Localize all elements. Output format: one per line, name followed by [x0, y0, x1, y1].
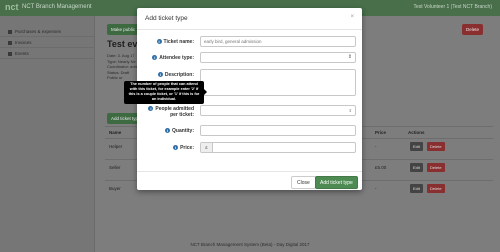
people-admitted-label: i People admitted per ticket:: [148, 106, 194, 118]
page-footer: NCT Branch Management System (Beta) - Da…: [190, 242, 310, 247]
description-textarea[interactable]: [200, 69, 356, 96]
close-button[interactable]: Close: [291, 176, 316, 189]
brand-title[interactable]: NCT Branch Management: [22, 4, 92, 10]
sidebar-item-events[interactable]: Events: [0, 48, 94, 59]
delete-button[interactable]: Delete: [427, 142, 445, 151]
attendee-type-label: i Attendee type:: [152, 55, 194, 61]
ticket-name-input[interactable]: [200, 36, 356, 47]
event-meta: Date: 3. Aug 17 Type: Nearly Ne Coordina…: [107, 53, 138, 80]
info-icon[interactable]: i: [173, 145, 179, 150]
close-icon[interactable]: ×: [350, 14, 354, 20]
price-input[interactable]: £: [200, 142, 356, 153]
ticket-name-label: i Ticket name:: [156, 39, 194, 45]
make-public-button[interactable]: Make public: [107, 24, 140, 35]
info-icon[interactable]: i: [152, 55, 158, 60]
modal-title: Add ticket type: [145, 15, 188, 22]
select-arrows-icon: ⇕: [347, 54, 352, 60]
invoice-icon: [8, 41, 12, 45]
quantity-input[interactable]: [200, 125, 356, 136]
people-admitted-tooltip: The number of people that can attend wit…: [124, 81, 204, 104]
currency-addon: £: [201, 143, 213, 152]
calendar-icon: [8, 52, 12, 56]
info-icon[interactable]: i: [165, 128, 171, 133]
edit-button[interactable]: Edit: [410, 163, 423, 172]
sidebar-item-purchases[interactable]: Purchases & expenses: [0, 26, 94, 37]
modal-header: Add ticket type ×: [137, 8, 362, 30]
info-icon[interactable]: i: [157, 72, 163, 77]
price-label: i Price:: [173, 145, 194, 151]
user-menu[interactable]: Test Volunteer 1 (Test NCT Branch): [413, 4, 492, 10]
people-admitted-input[interactable]: ⇕: [200, 105, 356, 116]
info-icon[interactable]: i: [156, 39, 162, 44]
sidebar-item-invoices[interactable]: Invoices: [0, 37, 94, 48]
edit-button[interactable]: Edit: [410, 142, 423, 151]
edit-button[interactable]: Edit: [410, 184, 423, 193]
tooltip-arrow: [204, 89, 207, 95]
attendee-type-select[interactable]: ⇕: [200, 52, 356, 63]
number-spinner-icon[interactable]: ⇕: [349, 108, 352, 113]
delete-button[interactable]: Delete: [427, 163, 445, 172]
nct-logo[interactable]: nct: [5, 2, 19, 12]
add-ticket-type-button[interactable]: Add ticket type: [315, 176, 358, 189]
cart-icon: [8, 30, 12, 34]
delete-button[interactable]: Delete: [427, 184, 445, 193]
quantity-label: i Quantity:: [165, 128, 194, 134]
info-icon[interactable]: i: [148, 106, 154, 111]
modal-footer-divider: [137, 171, 362, 172]
delete-event-button[interactable]: Delete: [462, 24, 484, 35]
description-label: i Description:: [157, 72, 194, 78]
sidebar: Purchases & expenses Invoices Events: [0, 16, 95, 252]
